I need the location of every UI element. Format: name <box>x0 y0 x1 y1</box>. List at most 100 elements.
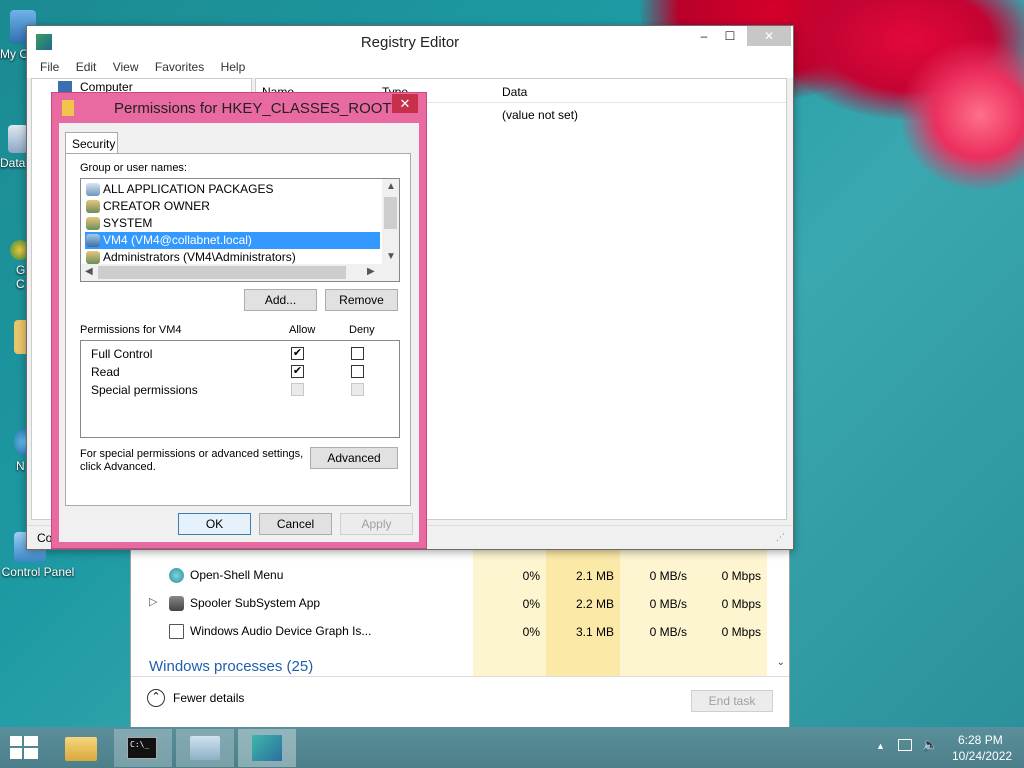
list-item[interactable]: ALL APPLICATION PACKAGES <box>85 181 380 198</box>
cancel-button[interactable]: Cancel <box>259 513 332 535</box>
desktop-icon-label: Control Panel <box>1 565 75 579</box>
scroll-up-icon[interactable]: ▲ <box>386 181 396 192</box>
full-control-allow-checkbox[interactable]: ✔ <box>291 347 304 360</box>
vertical-scrollbar[interactable]: ▲ ▼ <box>382 179 399 265</box>
list-item[interactable]: CREATOR OWNER <box>85 198 380 215</box>
taskbar-file-explorer[interactable] <box>52 729 110 767</box>
process-name: Spooler SubSystem App <box>190 596 321 610</box>
registry-editor-titlebar[interactable]: Registry Editor ‒ ☐ ✕ <box>27 26 793 58</box>
memory-cell: 2.2 MB <box>546 590 620 618</box>
apply-button[interactable]: Apply <box>340 513 413 535</box>
cmd-icon: C:\_ <box>127 737 157 759</box>
taskbar: C:\_ ▲ 🔈 6:28 PM 10/24/2022 <box>0 727 1024 768</box>
cpu-cell: 0% <box>473 590 546 618</box>
permissions-list: Full Control ✔ Read ✔ Special permission… <box>80 340 400 438</box>
resize-grip-icon[interactable]: ⋰ <box>776 532 785 543</box>
scroll-down-icon[interactable]: ⌄ <box>777 657 785 668</box>
window-icon <box>169 624 184 639</box>
network-cell: 0 Mbps <box>693 590 767 618</box>
process-row[interactable]: Windows Audio Device Graph Is... 0% 3.1 … <box>139 618 781 646</box>
users-icon <box>86 200 100 213</box>
close-button[interactable]: ✕ <box>747 26 791 46</box>
permission-label: Read <box>91 365 120 379</box>
task-manager-footer: ⌃ Fewer details End task <box>131 676 789 727</box>
show-hidden-icons[interactable]: ▲ <box>876 741 885 751</box>
list-item-selected[interactable]: VM4 (VM4@collabnet.local) <box>85 232 380 249</box>
dialog-close-button[interactable]: ✕ <box>392 94 418 113</box>
horizontal-scrollbar[interactable]: ◀ ▶ <box>81 264 399 281</box>
open-shell-icon <box>169 568 184 583</box>
menu-edit[interactable]: Edit <box>76 60 97 74</box>
full-control-deny-checkbox[interactable] <box>351 347 364 360</box>
permissions-dialog[interactable]: Permissions for HKEY_CLASSES_ROOT ✕ Secu… <box>51 92 427 549</box>
end-task-button[interactable]: End task <box>691 690 773 712</box>
user-label: Administrators (VM4\Administrators) <box>103 250 296 264</box>
taskbar-registry-editor[interactable] <box>238 729 296 767</box>
desktop-icon-label: Data <box>0 156 26 170</box>
scroll-thumb[interactable] <box>384 197 397 229</box>
network-icon[interactable] <box>898 739 912 751</box>
permission-label: Full Control <box>91 347 153 361</box>
process-row[interactable]: Open-Shell Menu 0% 2.1 MB 0 MB/s 0 Mbps <box>139 562 781 590</box>
task-manager-window[interactable]: Open-Shell Menu 0% 2.1 MB 0 MB/s 0 Mbps … <box>130 520 790 727</box>
value-data[interactable]: (value not set) <box>502 108 578 122</box>
add-button[interactable]: Add... <box>244 289 317 311</box>
process-name: Open-Shell Menu <box>190 568 284 582</box>
tab-security[interactable]: Security <box>65 132 118 154</box>
memory-cell: 3.1 MB <box>546 618 620 646</box>
process-row[interactable]: ▷ Spooler SubSystem App 0% 2.2 MB 0 MB/s… <box>139 590 781 618</box>
disk-cell: 0 MB/s <box>620 590 693 618</box>
expand-arrow-icon[interactable]: ▷ <box>149 595 157 608</box>
maximize-button[interactable]: ☐ <box>717 26 743 46</box>
regedit-icon <box>252 735 282 761</box>
process-name: Windows Audio Device Graph Is... <box>190 624 372 638</box>
memory-cell: 2.1 MB <box>546 562 620 590</box>
dialog-titlebar[interactable]: Permissions for HKEY_CLASSES_ROOT ✕ <box>52 93 426 123</box>
security-tab-panel: Group or user names: ALL APPLICATION PAC… <box>65 153 411 506</box>
dialog-title: Permissions for HKEY_CLASSES_ROOT <box>114 100 392 117</box>
menu-bar: File Edit View Favorites Help <box>27 58 793 78</box>
menu-view[interactable]: View <box>113 60 139 74</box>
column-data[interactable]: Data <box>502 85 527 99</box>
read-deny-checkbox[interactable] <box>351 365 364 378</box>
remove-button[interactable]: Remove <box>325 289 398 311</box>
user-label: VM4 (VM4@collabnet.local) <box>103 233 252 247</box>
users-icon <box>86 217 100 230</box>
ok-button[interactable]: OK <box>178 513 251 535</box>
menu-help[interactable]: Help <box>221 60 246 74</box>
taskbar-command-prompt[interactable]: C:\_ <box>114 729 172 767</box>
speaker-icon[interactable]: 🔈 <box>922 737 938 753</box>
deny-header: Deny <box>349 324 375 336</box>
desktop-icon-label: N <box>16 459 25 473</box>
advanced-button[interactable]: Advanced <box>310 447 398 469</box>
menu-favorites[interactable]: Favorites <box>155 60 204 74</box>
clock-date[interactable]: 10/24/2022 <box>952 749 1012 763</box>
clock-time[interactable]: 6:28 PM <box>958 733 1003 747</box>
taskbar-task-manager[interactable] <box>176 729 234 767</box>
read-allow-checkbox[interactable]: ✔ <box>291 365 304 378</box>
minimize-button[interactable]: ‒ <box>691 26 717 46</box>
scroll-down-icon[interactable]: ▼ <box>386 251 396 262</box>
start-button[interactable] <box>10 736 38 760</box>
scroll-thumb[interactable] <box>98 266 346 279</box>
users-icon <box>86 251 100 264</box>
special-deny-checkbox[interactable] <box>351 383 364 396</box>
allow-header: Allow <box>289 324 316 336</box>
printer-icon <box>169 596 184 611</box>
window-title: Registry Editor <box>360 34 460 51</box>
cpu-cell: 0% <box>473 562 546 590</box>
fewer-details-link[interactable]: Fewer details <box>173 691 244 705</box>
permissions-for-label: Permissions for VM4 <box>80 324 182 336</box>
package-icon <box>86 183 100 196</box>
scroll-left-icon[interactable]: ◀ <box>85 266 93 277</box>
menu-file[interactable]: File <box>40 60 59 74</box>
group-heading[interactable]: Windows processes (25) <box>149 658 313 675</box>
collapse-icon[interactable]: ⌃ <box>147 689 165 707</box>
user-label: CREATOR OWNER <box>103 199 210 213</box>
user-listbox[interactable]: ALL APPLICATION PACKAGES CREATOR OWNER S… <box>80 178 400 282</box>
scroll-right-icon[interactable]: ▶ <box>367 266 375 277</box>
folder-icon <box>65 737 97 761</box>
permission-label: Special permissions <box>91 383 198 397</box>
special-allow-checkbox[interactable] <box>291 383 304 396</box>
list-item[interactable]: SYSTEM <box>85 215 380 232</box>
